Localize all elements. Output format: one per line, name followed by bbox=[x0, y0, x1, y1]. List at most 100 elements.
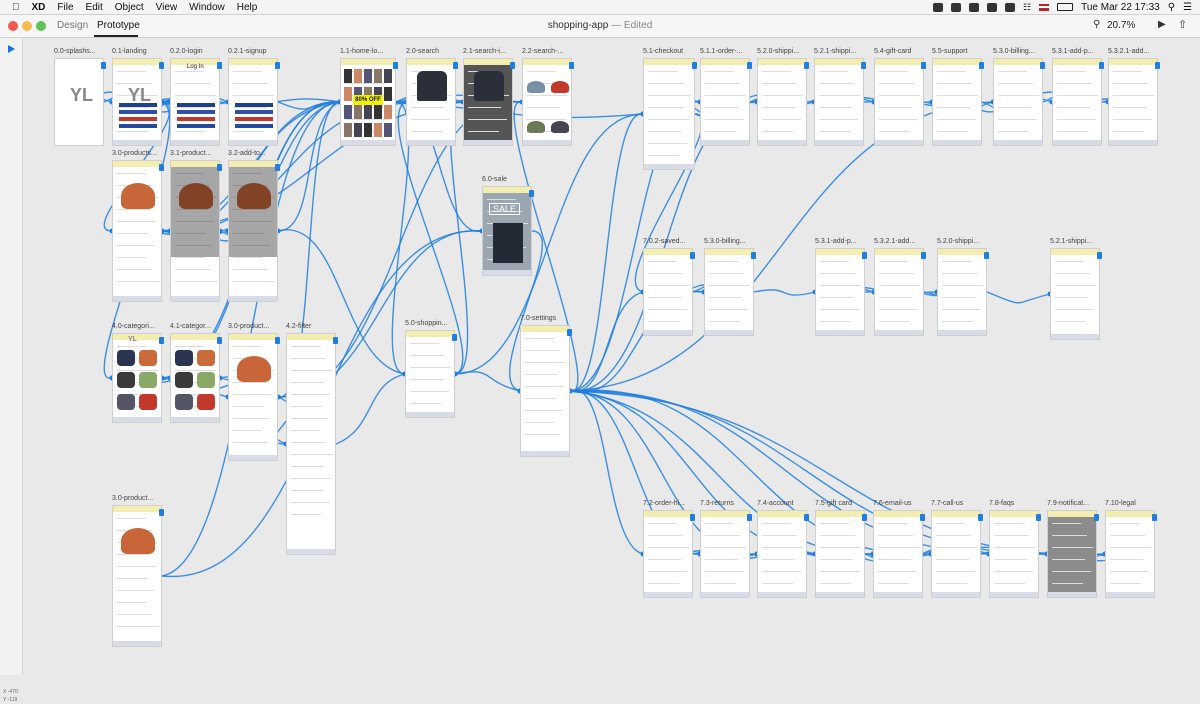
artboard-label[interactable]: 7.4-account bbox=[757, 500, 794, 507]
artboard[interactable] bbox=[757, 510, 807, 598]
artboard[interactable]: YL bbox=[54, 58, 104, 146]
product-thumbnail[interactable] bbox=[384, 105, 392, 119]
wire-handle[interactable] bbox=[861, 62, 866, 69]
product-thumbnail[interactable] bbox=[175, 350, 193, 366]
wire-handle[interactable] bbox=[159, 164, 164, 171]
wire-handle[interactable] bbox=[275, 62, 280, 69]
artboard[interactable] bbox=[937, 248, 987, 336]
flag-icon[interactable] bbox=[1039, 3, 1050, 11]
auth-button[interactable] bbox=[235, 110, 273, 114]
product-thumbnail[interactable] bbox=[374, 123, 382, 137]
artboard-label[interactable]: 7.10-legal bbox=[1105, 500, 1136, 507]
product-thumbnail[interactable] bbox=[364, 123, 372, 137]
artboard-label[interactable]: 5.2.1-shippi... bbox=[814, 48, 856, 55]
auth-button[interactable] bbox=[177, 110, 215, 114]
wire-handle[interactable] bbox=[920, 514, 925, 521]
auth-button[interactable] bbox=[177, 103, 215, 107]
product-thumbnail[interactable] bbox=[384, 123, 392, 137]
artboard[interactable] bbox=[1050, 248, 1100, 340]
artboard[interactable]: YL bbox=[112, 58, 162, 146]
prototype-wire[interactable] bbox=[454, 371, 521, 392]
prototype-wire[interactable] bbox=[277, 101, 341, 232]
artboard[interactable] bbox=[700, 510, 750, 598]
artboard[interactable] bbox=[463, 58, 513, 146]
menu-window[interactable]: Window bbox=[189, 2, 225, 13]
product-thumbnail[interactable] bbox=[364, 69, 372, 83]
artboard-label[interactable]: 3.0-product... bbox=[228, 323, 269, 330]
product-thumbnail[interactable] bbox=[139, 372, 157, 388]
artboard[interactable] bbox=[874, 248, 924, 336]
artboard-label[interactable]: 5.1-checkout bbox=[643, 48, 683, 55]
artboard[interactable] bbox=[815, 510, 865, 598]
status-app-icon[interactable] bbox=[969, 2, 980, 12]
artboard-label[interactable]: 7.5-gift card bbox=[815, 500, 852, 507]
product-thumbnail[interactable] bbox=[384, 87, 392, 101]
wire-handle[interactable] bbox=[1099, 62, 1104, 69]
artboard-label[interactable]: 7.6-email-us bbox=[873, 500, 912, 507]
artboard-label[interactable]: 0.2.1-signup bbox=[228, 48, 267, 55]
hat-image[interactable] bbox=[551, 121, 569, 133]
artboard[interactable] bbox=[228, 160, 278, 302]
wire-handle[interactable] bbox=[747, 514, 752, 521]
artboard[interactable] bbox=[112, 160, 162, 302]
artboard-label[interactable]: 2.2-search-... bbox=[522, 48, 563, 55]
zoom-icon[interactable]: ⚲ bbox=[1093, 19, 1100, 30]
menu-view[interactable]: View bbox=[156, 2, 178, 13]
status-app-icon[interactable] bbox=[933, 2, 944, 12]
status-app-icon[interactable] bbox=[987, 2, 998, 12]
wire-handle[interactable] bbox=[692, 62, 697, 69]
wire-handle[interactable] bbox=[1152, 514, 1157, 521]
auth-button[interactable] bbox=[177, 124, 215, 128]
share-icon[interactable]: ⇧ bbox=[1178, 18, 1187, 31]
auth-button[interactable] bbox=[235, 124, 273, 128]
product-thumbnail[interactable] bbox=[354, 69, 362, 83]
product-thumbnail[interactable] bbox=[344, 123, 352, 137]
artboard-label[interactable]: 7.0-settings bbox=[520, 315, 556, 322]
artboard[interactable]: 80% OFF bbox=[340, 58, 396, 146]
auth-button[interactable] bbox=[235, 103, 273, 107]
apple-icon[interactable]:  bbox=[12, 2, 20, 13]
artboard-label[interactable]: 6.0-sale bbox=[482, 176, 507, 183]
product-thumbnail[interactable] bbox=[344, 105, 352, 119]
hat-image[interactable] bbox=[121, 528, 155, 554]
artboard-label[interactable]: 0.2.0-login bbox=[170, 48, 203, 55]
menu-edit[interactable]: Edit bbox=[86, 2, 103, 13]
product-thumbnail[interactable] bbox=[197, 350, 215, 366]
artboard[interactable] bbox=[1105, 510, 1155, 598]
artboard[interactable] bbox=[228, 333, 278, 461]
artboard-label[interactable]: 5.0-shoppin... bbox=[405, 320, 447, 327]
artboard-label[interactable]: 4.1-categor... bbox=[170, 323, 211, 330]
prototype-wire[interactable] bbox=[335, 373, 406, 445]
wire-handle[interactable] bbox=[159, 62, 164, 69]
wire-handle[interactable] bbox=[862, 252, 867, 259]
artboard[interactable] bbox=[1047, 510, 1097, 598]
wire-handle[interactable] bbox=[747, 62, 752, 69]
wire-handle[interactable] bbox=[979, 62, 984, 69]
product-thumbnail[interactable] bbox=[344, 87, 352, 101]
artboard[interactable] bbox=[1052, 58, 1102, 146]
artboard-label[interactable]: 2.1-search-i... bbox=[463, 48, 506, 55]
artboard[interactable] bbox=[228, 58, 278, 146]
wire-handle[interactable] bbox=[862, 514, 867, 521]
hat-image[interactable] bbox=[551, 81, 569, 93]
artboard-label[interactable]: 7.8-faqs bbox=[989, 500, 1014, 507]
artboard[interactable] bbox=[170, 333, 220, 423]
artboard-label[interactable]: 4.0-categori... bbox=[112, 323, 155, 330]
zoom-level[interactable]: 20.7% bbox=[1107, 20, 1135, 31]
product-thumbnail[interactable] bbox=[117, 394, 135, 410]
wire-handle[interactable] bbox=[690, 252, 695, 259]
artboard[interactable] bbox=[522, 58, 572, 146]
wire-handle[interactable] bbox=[1040, 62, 1045, 69]
wire-handle[interactable] bbox=[1036, 514, 1041, 521]
wire-handle[interactable] bbox=[804, 62, 809, 69]
artboard-label[interactable]: 3.2-add-to... bbox=[228, 150, 266, 157]
artboard[interactable]: Log In bbox=[170, 58, 220, 146]
artboard-label[interactable]: 5.1.1-order-... bbox=[700, 48, 742, 55]
hoodie-image[interactable] bbox=[474, 71, 504, 101]
artboard[interactable] bbox=[643, 248, 693, 336]
artboard-label[interactable]: 5.5-support bbox=[932, 48, 967, 55]
artboard[interactable]: SALE bbox=[482, 186, 532, 276]
spotlight-icon[interactable]: ⚲ bbox=[1168, 2, 1175, 13]
artboard[interactable] bbox=[643, 510, 693, 598]
artboard-label[interactable]: 3.1-product... bbox=[170, 150, 211, 157]
